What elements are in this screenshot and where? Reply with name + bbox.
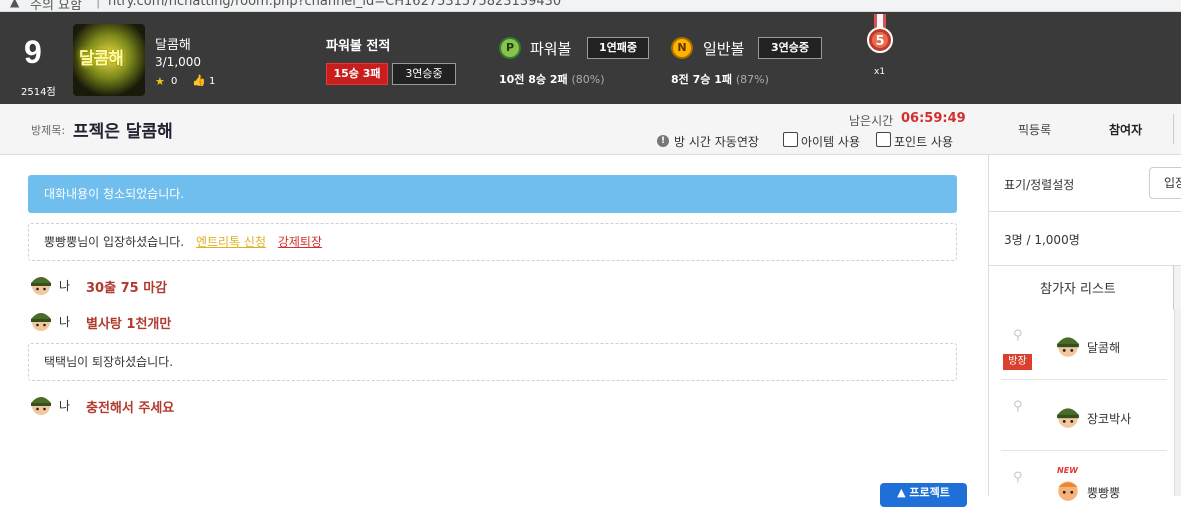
thumbs-up-icon: 👍 [192, 74, 206, 87]
project-button[interactable]: ▲ 프로젝트 [880, 483, 967, 507]
scrollbar[interactable] [1174, 310, 1181, 496]
game-streak-badge-normalball: 3연승중 [758, 37, 822, 59]
display-setting-row: 표기/정렬설정 입장 [989, 155, 1181, 212]
game-stat-pct: (80%) [571, 73, 605, 86]
host-badge: 방장 [1003, 354, 1032, 370]
pin-icon[interactable]: ⚲ [1013, 470, 1027, 485]
item-use-checkbox[interactable] [783, 132, 798, 147]
soldier-avatar-icon [31, 277, 51, 295]
info-icon: ! [657, 135, 669, 147]
leave-notice-text: 택택님이 퇴장하셨습니다. [44, 355, 174, 369]
room-title-label: 방제목: [31, 124, 66, 137]
message-text: 충전해서 주세요 [86, 401, 175, 416]
pin-icon[interactable]: ⚲ [1013, 399, 1027, 414]
remaining-time: 06:59:49 [901, 111, 966, 126]
normalball-n-icon: N [671, 37, 693, 59]
browser-address-bar[interactable]: ▲ 주의 요함 | ntry.com/nchatting/room.php?ch… [0, 0, 1181, 12]
star-count: 0 [171, 76, 178, 87]
join-notice-box: 뿡빵뿡님이 입장하셨습니다. 엔트리톡 신청 강제퇴장 [28, 223, 957, 261]
character-avatar-icon [1058, 481, 1078, 501]
room-header: 9 2514점 달콤해 달콤해 3/1,000 ★ 0 👍 1 파워볼 전적 1… [0, 12, 1181, 104]
item-use-label: 아이템 사용 [801, 135, 861, 149]
participant-name[interactable]: 달콤해 [1087, 339, 1120, 356]
user-count: 3/1,000 [155, 55, 202, 69]
powerball-p-icon: P [499, 37, 521, 59]
point-use-label: 포인트 사용 [894, 135, 954, 149]
participant-row[interactable]: ⚲ NEW 뿡빵뿡 [1001, 452, 1167, 522]
message-sender: 나 [59, 399, 71, 413]
participants-header: 참가자 리스트 [989, 266, 1181, 310]
participant-name[interactable]: 뿡빵뿡 [1087, 484, 1120, 501]
kick-out-link[interactable]: 강제퇴장 [278, 235, 322, 249]
message-text: 30출 75 마감 [86, 281, 168, 296]
room-title: 프젝은 달콤해 [73, 122, 173, 142]
tab-pick-register[interactable]: 픽등록 [1018, 121, 1051, 138]
member-count: 3명 / 1,000명 [1004, 233, 1080, 247]
like-count: 1 [209, 76, 216, 87]
game-stat-normalball: 8전 7승 1패 (87%) [671, 71, 769, 87]
url-text[interactable]: ntry.com/nchatting/room.php?channel_id=C… [108, 0, 561, 9]
game-label-powerball: 파워볼 [530, 40, 572, 58]
game-stat-powerball: 10전 8승 2패 (80%) [499, 71, 605, 87]
powerball-streak-badge: 3연승중 [392, 63, 456, 85]
game-stat-main: 10전 8승 2패 [499, 73, 568, 86]
medal-number: 5 [875, 34, 884, 49]
game-stat-main: 8전 7승 1패 [671, 73, 732, 86]
participants-list: ⚲ 달콤해 ⚲ 장코박사 ⚲ NEW 뿡빵뿡 [989, 310, 1181, 501]
join-notice-text: 뿡빵뿡님이 입장하셨습니다. [44, 235, 185, 249]
chat-area: 대화내용이 청소되었습니다. 뿡빵뿡님이 입장하셨습니다. 엔트리톡 신청 강제… [0, 155, 988, 507]
participant-row[interactable]: ⚲ 장코박사 [1001, 381, 1167, 451]
soldier-avatar-icon [31, 397, 51, 415]
soldier-avatar-icon [1057, 408, 1079, 428]
user-points: 2514점 [21, 87, 56, 98]
security-warning-text: 주의 요함 [30, 0, 82, 12]
leave-notice-box: 택택님이 퇴장하셨습니다. [28, 343, 957, 381]
soldier-avatar-icon [1057, 337, 1079, 357]
powerball-record-badge: 15승 3패 [326, 63, 388, 85]
separator: | [96, 0, 101, 9]
participant-name[interactable]: 장코박사 [1087, 410, 1131, 427]
display-setting-select[interactable]: 입장 [1149, 167, 1181, 199]
divider [1173, 114, 1174, 144]
soldier-avatar-icon [31, 313, 51, 331]
medal-icon: 5 [867, 14, 893, 53]
game-stat-pct: (87%) [735, 73, 769, 86]
game-label-normalball: 일반볼 [703, 40, 745, 58]
chat-cleared-notice: 대화내용이 청소되었습니다. [28, 175, 957, 213]
message-sender: 나 [59, 315, 71, 329]
participants-title: 참가자 리스트 [1040, 282, 1116, 297]
member-count-row: 3명 / 1,000명 [989, 212, 1181, 266]
new-badge: NEW [1057, 466, 1078, 475]
pin-icon[interactable]: ⚲ [1013, 328, 1027, 343]
remaining-time-label: 남은시간 [849, 114, 894, 128]
auto-extend-label: 방 시간 자동연장 [674, 135, 759, 149]
room-info-bar: 방제목: 프젝은 달콤해 남은시간 06:59:49 ! 방 시간 자동연장 아… [0, 104, 1181, 155]
participants-sidebar: 표기/정렬설정 입장 3명 / 1,000명 참가자 리스트 ⚲ 달콤해 ⚲ 장… [988, 155, 1181, 501]
entry-talk-link[interactable]: 엔트리톡 신청 [196, 235, 266, 249]
logo-text: 달콤해 [79, 49, 124, 69]
medal-multiplier: x1 [874, 67, 886, 77]
display-setting-label: 표기/정렬설정 [1004, 178, 1075, 192]
user-avatar-logo[interactable]: 달콤해 [73, 24, 145, 96]
tab-participants[interactable]: 참여자 [1109, 121, 1142, 138]
scrollbar-track[interactable] [1173, 266, 1181, 310]
star-icon: ★ [155, 75, 165, 88]
game-streak-badge-powerball: 1연패중 [587, 37, 649, 59]
host-name: 달콤해 [155, 38, 191, 53]
powerball-record-title: 파워볼 전적 [326, 39, 391, 54]
user-level: 9 [24, 34, 42, 70]
point-use-checkbox[interactable] [876, 132, 891, 147]
message-text: 별사탕 1천개만 [86, 317, 172, 332]
warning-icon: ▲ [10, 0, 20, 9]
message-sender: 나 [59, 279, 71, 293]
